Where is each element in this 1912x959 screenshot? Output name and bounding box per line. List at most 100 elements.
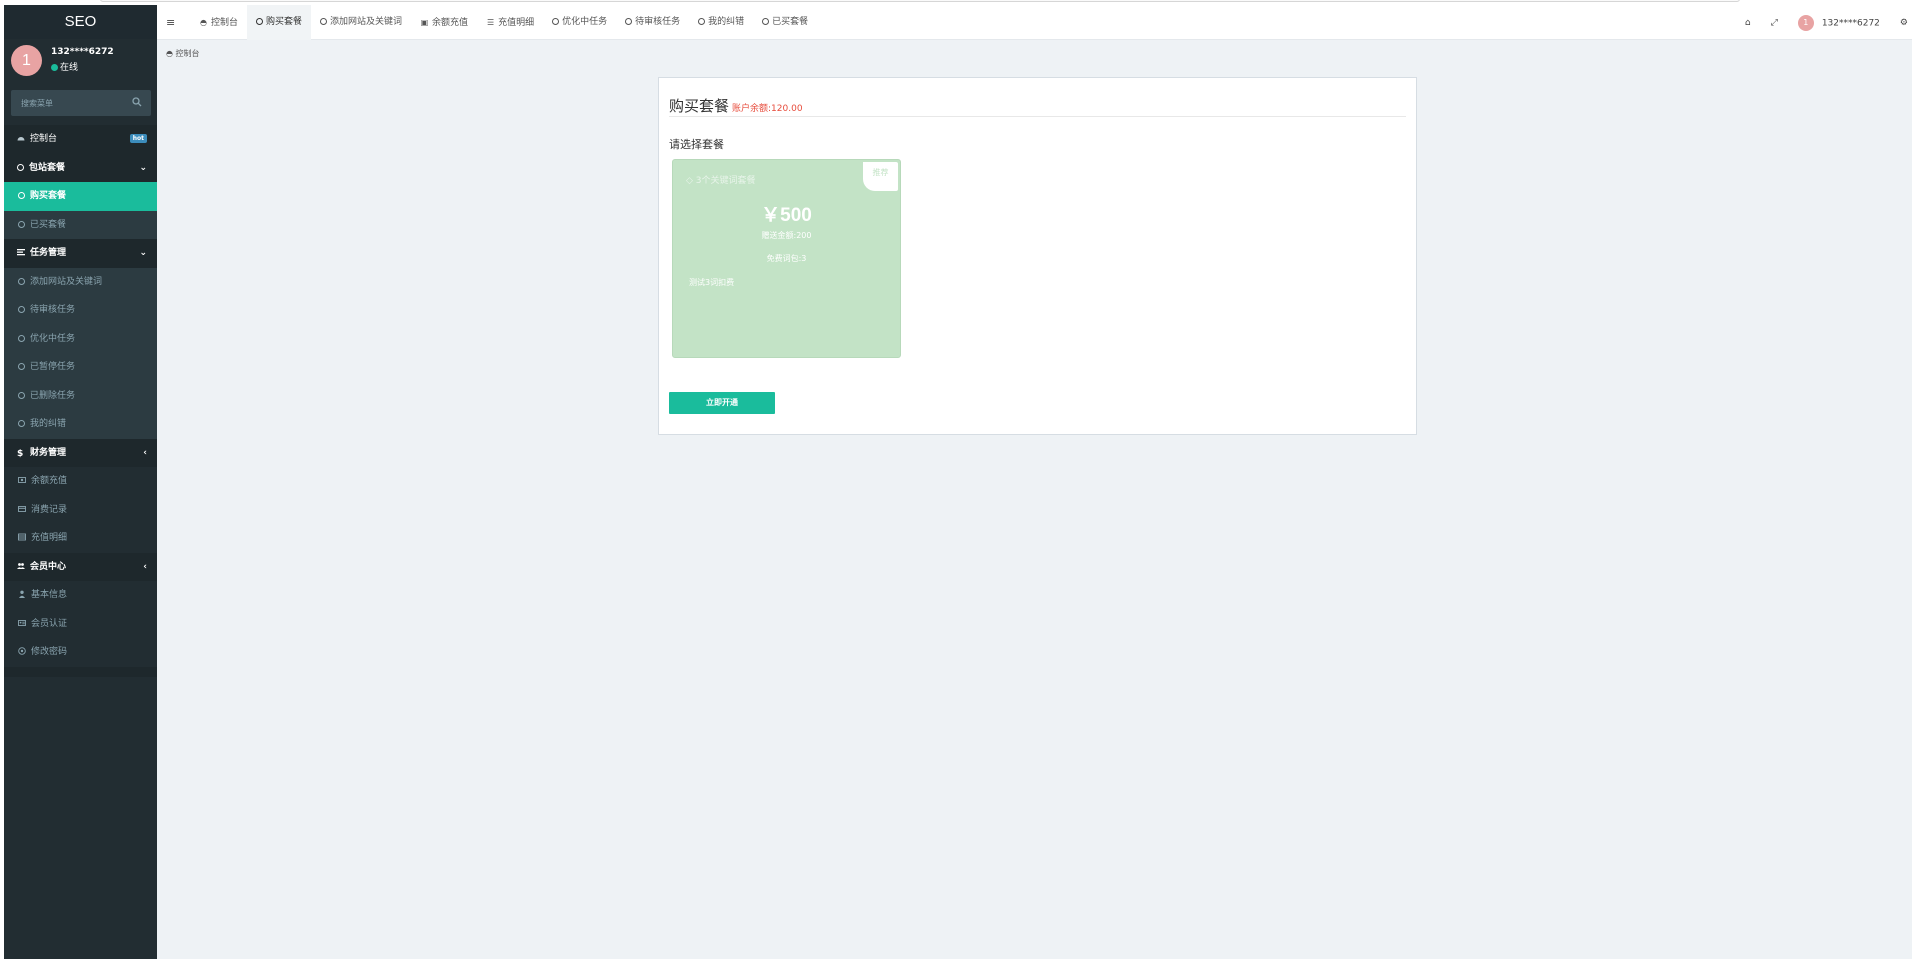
key-icon [18, 647, 26, 655]
sidebar-item-label: 我的纠错 [30, 419, 67, 429]
tab-optimizing-tasks[interactable]: 优化中任务 [543, 5, 616, 40]
tasks-icon [17, 249, 25, 256]
circle-icon [17, 163, 24, 171]
sidebar-item-add-site[interactable]: 添加网站及关键词 [4, 267, 157, 296]
credit-card-icon [18, 505, 26, 512]
activate-button[interactable]: 立即开通 [669, 392, 775, 414]
sidebar-group-tasks[interactable]: 任务管理 ⌄ [4, 239, 157, 268]
circle-icon [698, 18, 706, 25]
sidebar-item-label: 修改密码 [31, 647, 68, 657]
menu-toggle-icon[interactable]: ≡ [166, 5, 175, 40]
sidebar-item-buy-package[interactable]: 购买套餐 [4, 182, 157, 211]
diamond-icon: ◇ [686, 176, 696, 186]
package-price: ￥500 [761, 205, 812, 226]
circle-icon [625, 18, 633, 25]
user-name: 132****6272 [1821, 18, 1880, 28]
user-panel: 1 132****6272 在线 [4, 39, 157, 83]
package-name-label: 3个关键词套餐 [695, 176, 756, 186]
choose-package-label: 请选择套餐 [669, 138, 724, 151]
tab-label: 充值明细 [498, 18, 535, 28]
tab-recharge[interactable]: ▣ 余额充值 [411, 5, 477, 40]
menu-search-input[interactable] [11, 90, 121, 116]
sidebar-group-member[interactable]: 会员中心 ‹ [4, 552, 157, 581]
tab-label: 优化中任务 [562, 17, 608, 27]
circle-icon [256, 18, 264, 25]
users-icon [17, 562, 25, 569]
circle-icon [18, 420, 25, 427]
table-icon [18, 533, 26, 541]
sidebar-item-member-auth[interactable]: 会员认证 [4, 609, 157, 638]
sidebar-group-packages[interactable]: 包站套餐 ⌄ [4, 153, 157, 182]
circle-icon [552, 18, 560, 25]
breadcrumb[interactable]: ◓ 控制台 [166, 48, 200, 59]
chevron-left-icon: ‹ [143, 447, 147, 458]
search-icon[interactable] [132, 97, 142, 107]
tab-label: 我的纠错 [708, 17, 745, 27]
circle-icon [18, 334, 25, 342]
dashboard-icon: ◓ [200, 18, 207, 27]
tab-my-corrections[interactable]: 我的纠错 [689, 5, 753, 40]
divider [669, 116, 1406, 117]
sidebar-item-recharge-detail[interactable]: 充值明细 [4, 524, 157, 553]
address-bar-edge [100, 0, 1740, 2]
menu-end [4, 666, 157, 677]
sidebar-item-my-corrections[interactable]: 我的纠错 [4, 410, 157, 439]
sidebar-item-label: 待审核任务 [30, 305, 76, 315]
sidebar-item-optimizing-tasks[interactable]: 优化中任务 [4, 324, 157, 353]
dashboard-icon [17, 137, 25, 141]
sidebar-item-consumption[interactable]: 消费记录 [4, 495, 157, 524]
user-icon [19, 590, 25, 598]
sidebar-item-label: 会员中心 [30, 561, 67, 572]
account-balance: 账户余额:120.00 [732, 104, 803, 114]
sidebar-item-label: 购买套餐 [30, 191, 67, 201]
sidebar-item-paused-tasks[interactable]: 已暂停任务 [4, 353, 157, 382]
sidebar-item-recharge[interactable]: 余额充值 [4, 467, 157, 496]
sidebar-item-change-password[interactable]: 修改密码 [4, 638, 157, 667]
sidebar-item-basic-info[interactable]: 基本信息 [4, 581, 157, 610]
tab-label: 控制台 [211, 18, 239, 28]
fullscreen-icon[interactable]: ⤢ [1771, 18, 1778, 28]
tab-pending-tasks[interactable]: 待审核任务 [616, 5, 689, 40]
user-menu[interactable]: 1 132****6272 [1797, 14, 1880, 31]
tab-label: 购买套餐 [266, 17, 303, 27]
sidebar-item-label: 控制台 [30, 134, 58, 144]
sidebar-item-label: 添加网站及关键词 [30, 276, 103, 287]
sidebar-item-label: 消费记录 [31, 504, 68, 515]
tab-dashboard[interactable]: ◓ 控制台 [190, 5, 247, 40]
top-nav: ≡ ◓ 控制台 购买套餐 添加网站及关键词 ▣ 余额充值 ☰ 充值明细 优化中任务 待… [157, 5, 1912, 40]
circle-icon [18, 363, 25, 370]
gears-icon[interactable]: ⚙ [1900, 18, 1908, 28]
circle-icon [18, 220, 25, 228]
tab-bought-packages[interactable]: 已买套餐 [753, 5, 817, 40]
gift-amount: 赠送金额:200 [761, 231, 812, 240]
user-name: 132****6272 [51, 47, 114, 57]
main-content: ◓ 控制台 购买套餐 账户余额:120.00 请选择套餐 推荐 ◇ 3个关键词套餐… [157, 40, 1912, 959]
package-card[interactable]: 推荐 ◇ 3个关键词套餐 ￥500 赠送金额:200 免费词包:3 测试3词扣费 [672, 159, 901, 358]
sidebar-item-label: 基本信息 [31, 590, 68, 600]
tab-buy-package[interactable]: 购买套餐 [247, 5, 312, 40]
nav-right: ⌂ ⤢ 1 132****6272 ⚙ [1745, 5, 1912, 40]
sidebar-item-label: 会员认证 [31, 618, 68, 629]
sidebar-item-deleted-tasks[interactable]: 已删除任务 [4, 381, 157, 410]
sidebar-group-finance[interactable]: $ 财务管理 ‹ [4, 438, 157, 467]
sidebar-item-label: 余额充值 [31, 476, 68, 486]
panel-title: 购买套餐 [669, 97, 730, 115]
logo[interactable]: SEO [4, 5, 157, 39]
chevron-down-icon: ⌄ [139, 248, 147, 258]
circle-icon [18, 192, 25, 199]
tab-recharge-detail[interactable]: ☰ 充值明细 [477, 5, 543, 40]
hot-badge: hot [129, 134, 147, 143]
money-icon: ▣ [420, 18, 429, 27]
package-name: ◇ 3个关键词套餐 [686, 173, 756, 186]
breadcrumb-label: 控制台 [175, 49, 200, 58]
home-icon[interactable]: ⌂ [1745, 18, 1751, 28]
money-icon [18, 477, 26, 483]
sidebar-item-dashboard[interactable]: 控制台 hot [4, 125, 157, 154]
dollar-icon: $ [17, 448, 24, 459]
circle-icon [320, 18, 328, 25]
sidebar-item-bought-packages[interactable]: 已买套餐 [4, 210, 157, 239]
sidebar-item-pending-tasks[interactable]: 待审核任务 [4, 296, 157, 325]
sidebar-item-label: 已暂停任务 [30, 362, 76, 372]
id-card-icon [18, 619, 26, 626]
tab-add-site[interactable]: 添加网站及关键词 [311, 5, 411, 40]
